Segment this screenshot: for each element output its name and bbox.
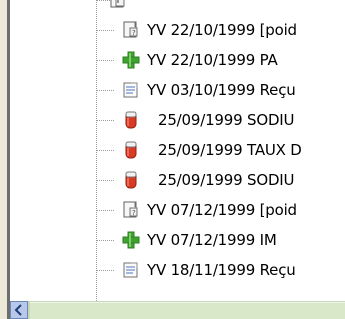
tree-item[interactable]: YV 03/10/1999 Reçu xyxy=(10,78,345,102)
tree-item-label: YV 03/10/1999 Reçu xyxy=(147,81,296,99)
tree-item[interactable]: 25/09/1999 SODIU xyxy=(10,108,345,132)
tree-item-label: 25/09/1999 SODIU xyxy=(158,171,295,189)
tree-connector xyxy=(96,240,114,241)
tree-view[interactable]: ? YV 22/10/1999 [poid YV 22/10/1999 PA Y… xyxy=(10,0,345,301)
document-clip-icon: ? xyxy=(123,21,138,38)
tree-connector xyxy=(96,180,114,181)
scrollbar-thumb[interactable] xyxy=(30,302,345,319)
tree-item-label: YV 07/12/1999 [poid xyxy=(147,201,297,219)
mail-document-icon xyxy=(123,82,138,98)
tree-connector xyxy=(96,120,114,121)
mail-document-icon xyxy=(123,262,138,278)
tree-item-label: YV 18/11/1999 Reçu xyxy=(147,261,296,279)
tree-item-label: YV 22/10/1999 PA xyxy=(147,51,278,69)
tree-item-label: 25/09/1999 TAUX D xyxy=(158,141,302,159)
tree-item[interactable]: 25/09/1999 SODIU xyxy=(10,168,345,192)
left-arrow-icon xyxy=(14,304,22,316)
svg-text:?: ? xyxy=(132,209,136,217)
tree-connector xyxy=(96,60,114,61)
tree-connector xyxy=(96,30,114,31)
tree-connector xyxy=(96,150,114,151)
green-cross-icon xyxy=(122,231,140,249)
tree-connector xyxy=(96,270,114,271)
svg-text:?: ? xyxy=(132,29,136,37)
tree-item-label: 25/09/1999 SODIU xyxy=(158,111,295,129)
tree-item[interactable]: ? YV 07/12/1999 [poid xyxy=(10,198,345,222)
tree-item-label: YV 22/10/1999 [poid xyxy=(147,21,297,39)
green-cross-icon xyxy=(122,51,140,69)
red-vial-icon xyxy=(125,111,137,129)
tree-item-label: YV 07/12/1999 IM xyxy=(147,231,277,249)
red-vial-icon xyxy=(125,141,137,159)
tree-item[interactable]: YV 22/10/1999 PA xyxy=(10,48,345,72)
red-vial-icon xyxy=(125,171,137,189)
scroll-left-button[interactable] xyxy=(10,301,28,319)
tree-connector xyxy=(96,210,114,211)
tree-connector xyxy=(96,90,114,91)
document-clip-icon: ? xyxy=(123,201,138,218)
tree-item[interactable]: 25/09/1999 TAUX D xyxy=(10,138,345,162)
window-left-chrome xyxy=(0,0,7,319)
tree-item[interactable] xyxy=(10,0,345,12)
document-clip-icon xyxy=(110,0,125,8)
tree-item[interactable]: YV 18/11/1999 Reçu xyxy=(10,258,345,282)
tree-item[interactable]: ? YV 22/10/1999 [poid xyxy=(10,18,345,42)
tree-item[interactable]: YV 07/12/1999 IM xyxy=(10,228,345,252)
